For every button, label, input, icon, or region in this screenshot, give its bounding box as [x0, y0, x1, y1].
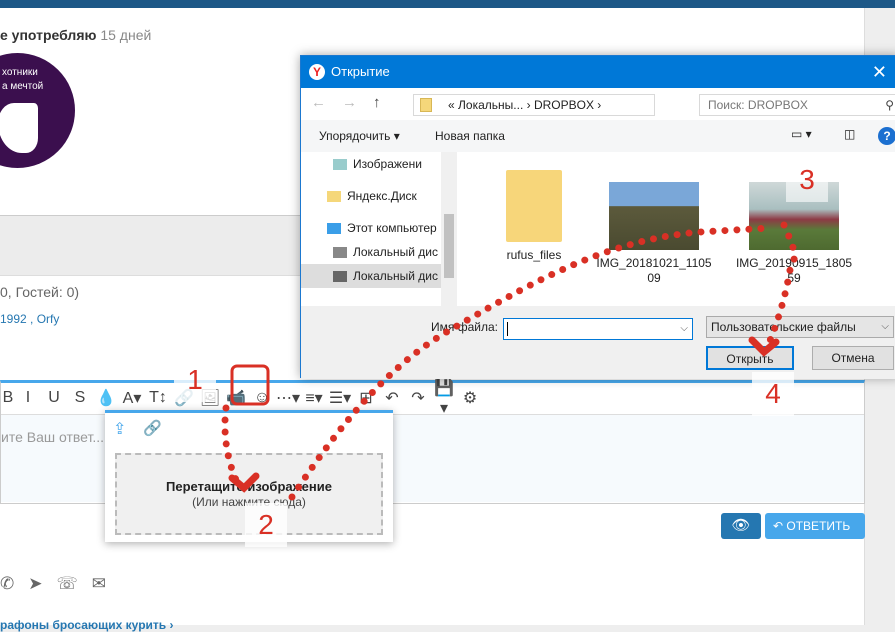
help-icon[interactable]: ? [878, 127, 895, 145]
upload-icon[interactable]: ⇪ [113, 419, 126, 439]
signature-text: е употребляю [0, 27, 97, 43]
file-list: rufus_files IMG_20181021_110509 IMG_2019… [459, 152, 895, 306]
search-icon: ⚲ [885, 98, 894, 112]
toolbar-button[interactable]: A▾ [119, 388, 145, 408]
reply-icon: ↶ [773, 519, 787, 533]
toolbar-button[interactable]: T↕ [145, 389, 171, 407]
toolbar-button[interactable]: 💾▾ [431, 378, 457, 418]
toolbar-button[interactable]: S [67, 389, 93, 407]
up-icon[interactable]: ↑ [373, 94, 381, 111]
close-icon[interactable]: ✕ [872, 56, 887, 88]
nav-item-yandex-disk[interactable]: Яндекс.Диск [301, 184, 441, 208]
open-button[interactable]: Открыть [706, 346, 794, 370]
nav-item-this-pc[interactable]: Этот компьютер [301, 216, 441, 240]
toolbar-button[interactable]: ↶ [379, 388, 405, 408]
back-icon[interactable]: ← [311, 94, 326, 111]
file-open-dialog: Открытие Y ✕ ← → ↑ « Локальны... › DROPBOX… [300, 55, 895, 379]
logo-text: а мечтой [2, 81, 44, 92]
image-thumbnail [609, 182, 699, 250]
reply-placeholder: ите Ваш ответ... [1, 429, 105, 445]
dialog-titlebar: Открытие [301, 56, 895, 88]
online-count: 0, Гостей: 0) [0, 284, 80, 300]
folder-icon [420, 98, 432, 112]
address-bar[interactable]: « Локальны... › DROPBOX › [413, 94, 655, 116]
link-icon[interactable]: 🔗 [143, 419, 162, 437]
dialog-title: Открытие [331, 64, 390, 79]
filetype-select[interactable]: Пользовательские файлы ⌵ [706, 316, 894, 338]
reply-label: ОТВЕТИТЬ [786, 519, 851, 533]
toolbar-button[interactable]: U [41, 389, 67, 407]
preview-pane-icon[interactable]: ◫ [844, 127, 855, 141]
email-icon[interactable]: ✉ [92, 574, 106, 594]
nav-item-local-disk-selected[interactable]: Локальный дис [301, 264, 441, 288]
toolbar-button[interactable]: B [1, 389, 15, 407]
cancel-button[interactable]: Отмена [812, 346, 894, 370]
logo-text: хотники [2, 67, 38, 78]
telegram-icon[interactable]: ➤ [28, 574, 42, 594]
filename-input[interactable]: ⌵ [503, 318, 693, 340]
editor-toolbar: BIUS💧A▾T↕🔗🖼📹☺⋯▾≡▾☰▾⊞↶↷💾▾⚙ [1, 380, 483, 417]
filename-label: Имя файла: [431, 320, 498, 334]
view-icon[interactable]: ▭ ▾ [791, 127, 812, 141]
yandex-browser-icon: Y [309, 64, 325, 80]
nav-item-local-disk[interactable]: Локальный дис [301, 240, 441, 264]
dropzone-title: Перетащите изображение [166, 479, 332, 494]
whatsapp-icon[interactable]: ✆ [0, 574, 14, 594]
top-bar [0, 0, 895, 8]
nav-scrollbar[interactable] [441, 152, 457, 306]
dialog-footer: Имя файла: ⌵ Пользовательские файлы ⌵ Отк… [301, 306, 895, 379]
toolbar-button[interactable]: 📹 [223, 388, 249, 408]
toolbar-button[interactable]: ⋯▾ [275, 388, 301, 408]
share-icons: ✆ ➤ ☏ ✉ [0, 574, 106, 594]
preview-button[interactable]: 👁 [721, 513, 761, 539]
signature-logo: хотники а мечтой [0, 53, 75, 168]
command-bar: Упорядочить ▾ Новая папка ▭ ▾ ◫ ? [301, 120, 895, 152]
nav-item-pictures[interactable]: Изображени [301, 152, 441, 176]
new-folder-button[interactable]: Новая папка [435, 129, 505, 143]
toolbar-button[interactable]: ↷ [405, 388, 431, 408]
forward-icon[interactable]: → [342, 94, 357, 111]
toolbar-button[interactable]: ☰▾ [327, 388, 353, 408]
viber-icon[interactable]: ☏ [57, 574, 78, 594]
breadcrumb[interactable]: рафоны бросающих курить › [0, 618, 174, 632]
folder-icon [506, 170, 562, 242]
eye-icon: 👁 [731, 517, 751, 534]
step-marker-1: 1 [174, 358, 216, 402]
signature-days: 15 дней [100, 27, 152, 43]
search-input[interactable]: Поиск: DROPBOX ⚲ [699, 94, 895, 116]
toolbar-button[interactable]: 💧 [93, 388, 119, 408]
toolbar-button[interactable]: I [15, 389, 41, 407]
toolbar-button[interactable]: ⚙ [457, 388, 483, 408]
online-users[interactable]: 1992 , Orfy [0, 312, 59, 326]
step-marker-4: 4 [752, 372, 794, 416]
reply-button[interactable]: ↶ ОТВЕТИТЬ [765, 513, 865, 539]
toolbar-button[interactable]: ☺ [249, 389, 275, 407]
toolbar-button[interactable]: ⊞ [353, 388, 379, 408]
organize-button[interactable]: Упорядочить ▾ [319, 129, 400, 143]
nav-buttons: ← → ↑ [311, 94, 381, 111]
file-item[interactable]: IMG_20181021_110509 [594, 182, 714, 286]
file-item[interactable]: rufus_files [469, 170, 599, 263]
step-marker-2: 2 [245, 503, 287, 547]
navigation-pane: Изображени Яндекс.Диск Этот компьютер Ло… [301, 152, 457, 306]
step-marker-3: 3 [786, 158, 828, 202]
chevron-down-icon: ⌵ [680, 323, 688, 334]
chevron-down-icon: ⌵ [881, 321, 889, 332]
toolbar-button[interactable]: ≡▾ [301, 388, 327, 408]
signature: е употребляю 15 дней [0, 27, 151, 43]
